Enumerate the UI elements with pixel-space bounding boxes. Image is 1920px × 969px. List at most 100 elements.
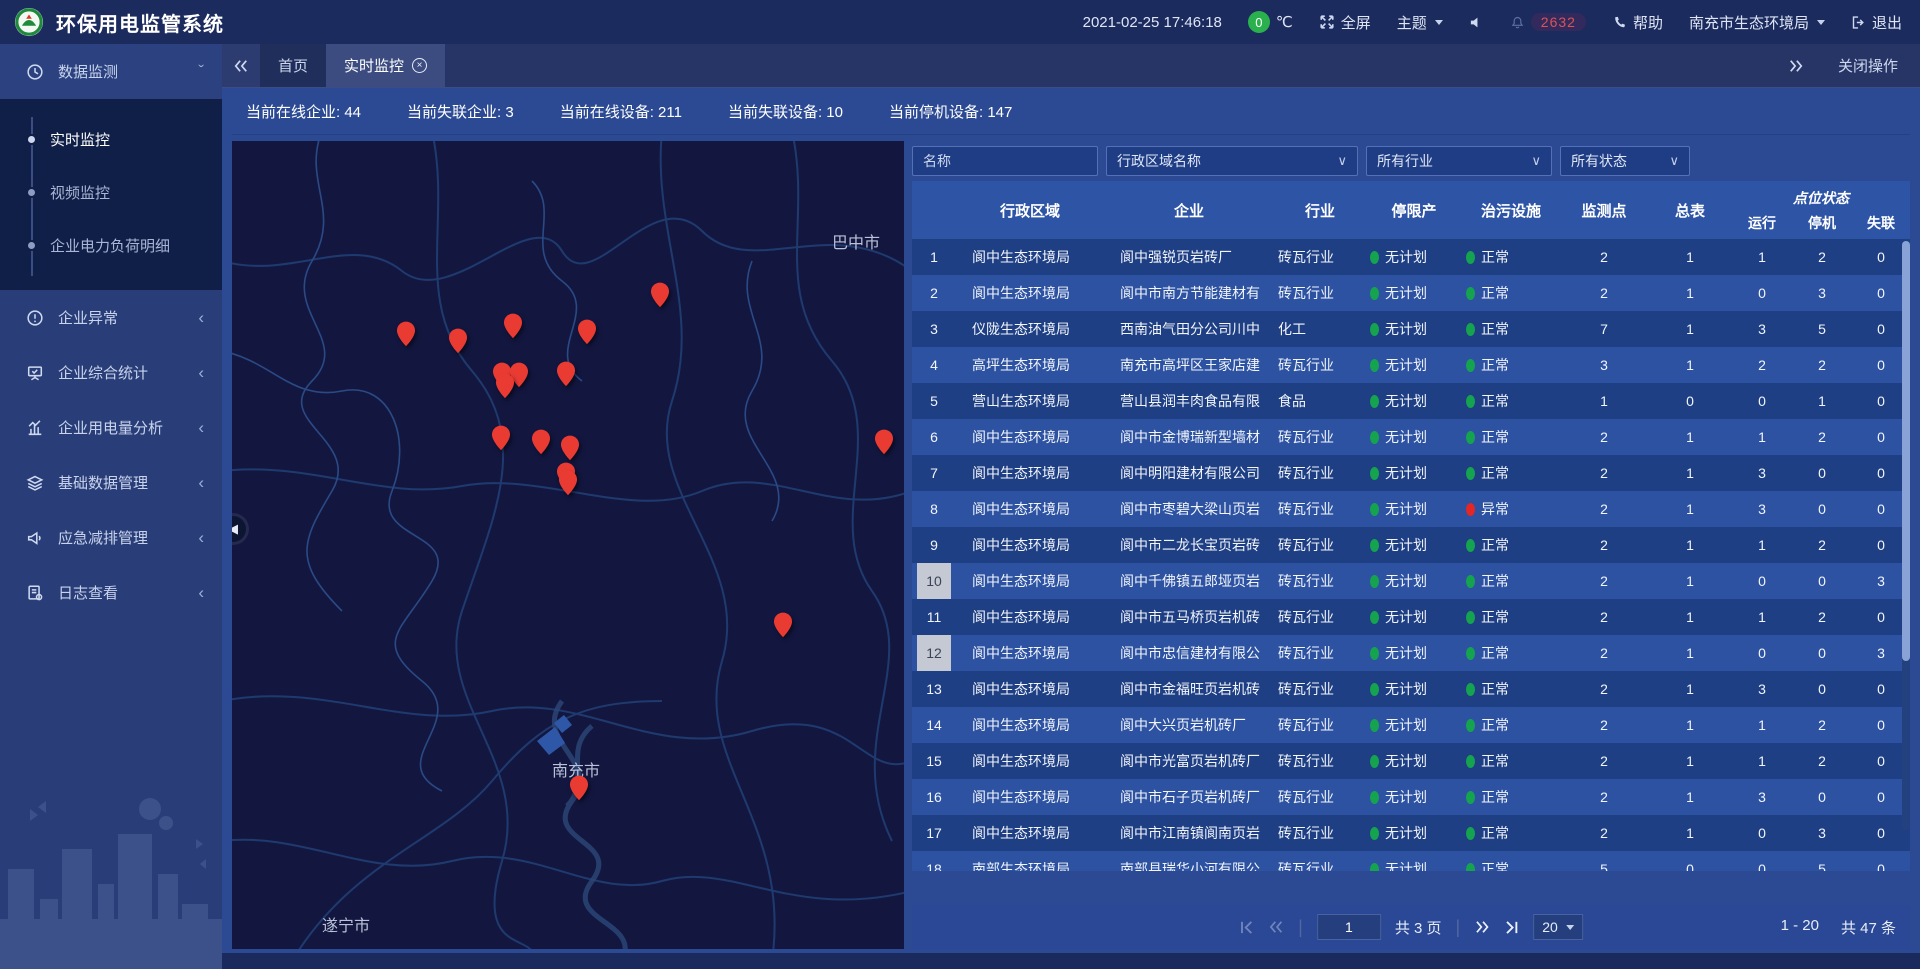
map-marker-pin[interactable] xyxy=(875,429,894,460)
col-index xyxy=(912,181,956,239)
map-marker-pin[interactable] xyxy=(570,775,589,806)
chevron-left-icon: ‹ xyxy=(198,473,204,493)
tab-home[interactable]: 首页 xyxy=(260,44,326,87)
cell-stopped: 2 xyxy=(1792,357,1852,373)
table-row[interactable]: 17阆中生态环境局阆中市江南镇阆南页岩砖瓦行业无计划正常21030 xyxy=(912,815,1910,851)
tabs-scroll-left-button[interactable] xyxy=(222,44,260,87)
table-row[interactable]: 2阆中生态环境局阆中市南方节能建材有砖瓦行业无计划正常21030 xyxy=(912,275,1910,311)
map-marker-pin[interactable] xyxy=(774,612,793,643)
cell-stopped: 1 xyxy=(1792,393,1852,409)
map-marker-pin[interactable] xyxy=(557,361,576,392)
map-marker-pin[interactable] xyxy=(651,282,670,313)
sidebar-item-6[interactable]: 应急减排管理‹ xyxy=(0,510,222,565)
table-row[interactable]: 7阆中生态环境局阆中明阳建材有限公司砖瓦行业无计划正常21300 xyxy=(912,455,1910,491)
cell-running: 0 xyxy=(1732,393,1792,409)
mute-button[interactable] xyxy=(1469,15,1484,30)
table-row[interactable]: 18南部生态环境局南部县瑞华小河有限公砖瓦行业无计划正常50050 xyxy=(912,851,1910,871)
cell-pollution-facility: 正常 xyxy=(1462,643,1560,663)
cell-company: 阆中强锐页岩砖厂 xyxy=(1104,247,1274,267)
total-pages-label: 共 3 页 xyxy=(1395,917,1442,938)
logout-button[interactable]: 退出 xyxy=(1851,12,1902,33)
next-page-button[interactable] xyxy=(1474,920,1490,934)
table-row[interactable]: 8阆中生态环境局阆中市枣碧大梁山页岩砖瓦行业无计划异常21300 xyxy=(912,491,1910,527)
fullscreen-button[interactable]: 全屏 xyxy=(1319,12,1371,33)
cell-pollution-facility: 正常 xyxy=(1462,607,1560,627)
sidebar-item-5[interactable]: 基础数据管理‹ xyxy=(0,455,222,510)
cell-running: 1 xyxy=(1732,537,1792,553)
table-row[interactable]: 3仪陇生态环境局西南油气田分公司川中化工无计划正常71350 xyxy=(912,311,1910,347)
sidebar-item-2[interactable]: 企业异常‹ xyxy=(0,290,222,345)
cell-total-meters: 1 xyxy=(1648,465,1732,481)
cell-industry: 化工 xyxy=(1274,319,1366,339)
point-status-label: 点位状态 xyxy=(1732,188,1910,208)
status-dot-icon xyxy=(1466,647,1475,660)
sidebar-subitem[interactable]: 企业电力负荷明细 xyxy=(0,219,222,272)
row-index: 6 xyxy=(912,419,956,455)
page-size-select[interactable]: 20 xyxy=(1533,914,1583,940)
cell-region: 阆中生态环境局 xyxy=(956,715,1104,735)
map-marker-pin[interactable] xyxy=(492,425,511,456)
table-row[interactable]: 13阆中生态环境局阆中市金福旺页岩机砖砖瓦行业无计划正常21300 xyxy=(912,671,1910,707)
sidebar-subitem[interactable]: 视频监控 xyxy=(0,166,222,219)
table-scrollbar[interactable] xyxy=(1902,241,1910,831)
theme-dropdown[interactable]: 主题 xyxy=(1397,12,1443,33)
sidebar-item-4[interactable]: 企业用电量分析‹ xyxy=(0,400,222,455)
tab-realtime-monitor[interactable]: 实时监控 × xyxy=(326,44,445,87)
help-label: 帮助 xyxy=(1633,12,1663,33)
row-index: 2 xyxy=(912,275,956,311)
status-dot-icon xyxy=(1466,863,1475,871)
org-dropdown[interactable]: 南充市生态环境局 xyxy=(1689,12,1825,33)
sidebar-item-7[interactable]: 日志查看‹ xyxy=(0,565,222,620)
table-row[interactable]: 5营山生态环境局营山县润丰肉食品有限食品无计划正常10010 xyxy=(912,383,1910,419)
map-marker-pin[interactable] xyxy=(496,373,515,404)
map-marker-pin[interactable] xyxy=(397,321,416,352)
table-row[interactable]: 12阆中生态环境局阆中市忠信建材有限公砖瓦行业无计划正常21003 xyxy=(912,635,1910,671)
table-row[interactable]: 16阆中生态环境局阆中市石子页岩机砖厂砖瓦行业无计划正常21300 xyxy=(912,779,1910,815)
table-row[interactable]: 1阆中生态环境局阆中强锐页岩砖厂砖瓦行业无计划正常21120 xyxy=(912,239,1910,275)
region-select[interactable]: 行政区域名称 ∨ xyxy=(1106,146,1358,176)
cell-total-meters: 1 xyxy=(1648,249,1732,265)
map-marker-pin[interactable] xyxy=(559,470,578,501)
map-marker-pin[interactable] xyxy=(578,319,597,350)
sidebar-subitem[interactable]: 实时监控 xyxy=(0,113,222,166)
sidebar-item-3[interactable]: 企业综合统计‹ xyxy=(0,345,222,400)
status-dot-icon xyxy=(1370,395,1379,408)
map-marker-pin[interactable] xyxy=(504,313,523,344)
status-select[interactable]: 所有状态 ∨ xyxy=(1560,146,1690,176)
prev-page-button[interactable] xyxy=(1268,920,1284,934)
close-operations-button[interactable]: 关闭操作 xyxy=(1838,55,1898,76)
map-panel[interactable]: ◀ 巴中市南充市遂宁市 xyxy=(232,141,904,949)
table-row[interactable]: 11阆中生态环境局阆中市五马桥页岩机砖砖瓦行业无计划正常21120 xyxy=(912,599,1910,635)
cell-industry: 砖瓦行业 xyxy=(1274,571,1366,591)
help-button[interactable]: 帮助 xyxy=(1612,12,1663,33)
cell-monitor-points: 2 xyxy=(1560,609,1648,625)
first-page-button[interactable] xyxy=(1239,920,1254,935)
row-index-value: 11 xyxy=(927,609,942,625)
range-label: 1 - 20 xyxy=(1781,917,1819,938)
table-row[interactable]: 14阆中生态环境局阆中大兴页岩机砖厂砖瓦行业无计划正常21120 xyxy=(912,707,1910,743)
temperature-unit: ℃ xyxy=(1276,13,1293,31)
cell-monitor-points: 2 xyxy=(1560,537,1648,553)
name-search-input[interactable] xyxy=(923,153,1087,169)
industry-select[interactable]: 所有行业 ∨ xyxy=(1366,146,1552,176)
cell-company: 阆中市南方节能建材有 xyxy=(1104,283,1274,303)
map-marker-pin[interactable] xyxy=(532,429,551,460)
table-row[interactable]: 4高坪生态环境局南充市高坪区王家店建砖瓦行业无计划正常31220 xyxy=(912,347,1910,383)
table-row[interactable]: 15阆中生态环境局阆中市光富页岩机砖厂砖瓦行业无计划正常21120 xyxy=(912,743,1910,779)
name-search-field[interactable] xyxy=(912,146,1098,176)
cell-monitor-points: 1 xyxy=(1560,393,1648,409)
tabs-scroll-right-button[interactable] xyxy=(1788,59,1804,73)
sidebar-item-1[interactable]: 数据监测ˇ xyxy=(0,44,222,99)
cell-industry: 砖瓦行业 xyxy=(1274,859,1366,871)
status-dot-icon xyxy=(1370,359,1379,372)
cell-industry: 砖瓦行业 xyxy=(1274,787,1366,807)
table-row[interactable]: 9阆中生态环境局阆中市二龙长宝页岩砖砖瓦行业无计划正常21120 xyxy=(912,527,1910,563)
map-marker-pin[interactable] xyxy=(449,328,468,359)
table-row[interactable]: 6阆中生态环境局阆中市金博瑞新型墙材砖瓦行业无计划正常21120 xyxy=(912,419,1910,455)
page-number-input[interactable] xyxy=(1317,914,1381,940)
notifications[interactable]: 2632 xyxy=(1510,13,1586,31)
sidebar-menu: 数据监测ˇ 实时监控视频监控企业电力负荷明细企业异常‹企业综合统计‹企业用电量分析… xyxy=(0,44,222,620)
tab-close-icon[interactable]: × xyxy=(412,58,427,73)
last-page-button[interactable] xyxy=(1504,920,1519,935)
table-row[interactable]: 10阆中生态环境局阆中千佛镇五郎垭页岩砖瓦行业无计划正常21003 xyxy=(912,563,1910,599)
